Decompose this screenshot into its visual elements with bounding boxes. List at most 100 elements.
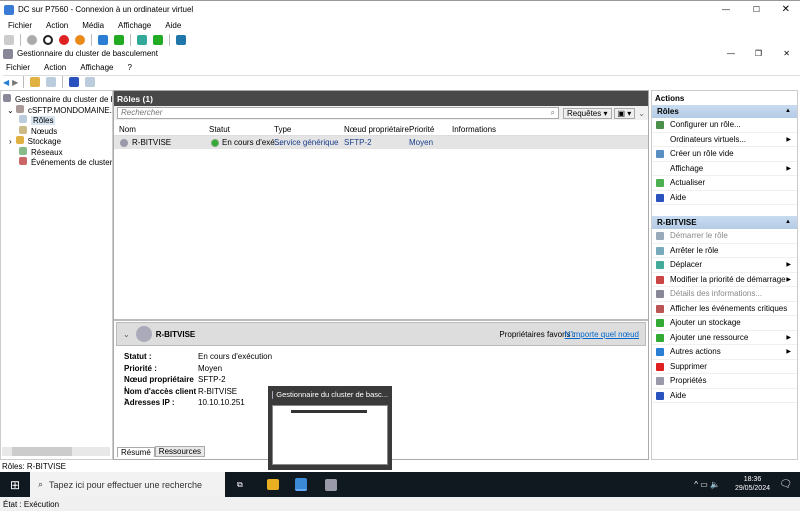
collapse-up-icon: ▲ (785, 108, 791, 114)
app-menu-0[interactable]: Fichier (6, 63, 30, 72)
server-manager-icon[interactable] (295, 478, 307, 491)
detail-field: Statut : En cours d'exécution (124, 352, 273, 361)
taskbar-thumbnail[interactable]: Gestionnaire du cluster de basc... (268, 386, 392, 470)
tree-item[interactable]: Événements de cluster (3, 157, 112, 168)
tree-item[interactable]: › Stockage (3, 136, 110, 147)
vm-title: DC sur P7560 - Connexion à un ordinateur… (18, 5, 194, 14)
taskbar: ⊞ ⌕ Tapez ici pour effectuer une recherch… (0, 472, 800, 497)
start-button[interactable]: ⊞ (0, 478, 30, 492)
preferred-owners-link[interactable]: N'importe quel nœud (565, 330, 639, 339)
app-toolbar: ◀ ▶ (3, 75, 800, 88)
save-state-icon[interactable] (75, 34, 85, 45)
submenu-arrow-icon: ▶ (786, 349, 791, 355)
vm-menu-0[interactable]: Fichier (8, 21, 32, 30)
action-item[interactable]: Aide (652, 389, 797, 403)
tree-item[interactable]: Réseaux (3, 146, 110, 158)
resume-icon[interactable] (114, 34, 124, 45)
tree-root[interactable]: Gestionnaire du cluster de basc (3, 94, 112, 105)
file-explorer-icon[interactable] (267, 479, 279, 490)
action-item[interactable]: Aide (652, 191, 797, 205)
tab-0[interactable]: Résumé (117, 446, 155, 457)
action-item[interactable]: Actualiser (652, 176, 797, 191)
enhanced-session-icon[interactable] (176, 34, 186, 45)
action-item[interactable]: Modifier la priorité de démarrage ▶ (652, 273, 797, 287)
actions-section-header[interactable]: Rôles ▲ (652, 105, 797, 118)
turn-off-icon[interactable] (43, 34, 53, 45)
collapse-icon[interactable]: ⌄ (123, 330, 130, 339)
vm-menu-4[interactable]: Aide (165, 21, 181, 30)
actions-section-header[interactable]: R-BITVISE ▲ (652, 216, 797, 229)
properties-icon (656, 377, 664, 385)
shutdown-icon[interactable] (59, 34, 69, 45)
notifications-icon[interactable]: 🗨 (779, 479, 792, 490)
action-item[interactable]: Déplacer ▶ (652, 258, 797, 273)
clock[interactable]: 18:36 29/05/2024 (735, 475, 770, 493)
cluster-manager-taskbar-icon[interactable] (325, 478, 337, 491)
action-item[interactable]: Arrêter le rôle (652, 244, 797, 258)
vm-status-bar: État : Exécution (0, 497, 800, 511)
queries-button[interactable]: Requêtes ▾ (563, 107, 612, 119)
back-icon[interactable]: ◀ (3, 78, 9, 87)
column-header[interactable]: Type (274, 124, 291, 136)
tree-item[interactable]: Nœuds (3, 125, 110, 137)
column-header[interactable]: Informations (452, 124, 496, 136)
maximize-button[interactable]: ☐ (753, 5, 760, 14)
task-view-icon[interactable]: ⧉ (237, 480, 261, 490)
column-header[interactable]: Statut (209, 124, 230, 136)
expand-icon[interactable]: ⌄ (638, 109, 645, 118)
column-header[interactable]: Nom (119, 124, 136, 136)
action-item[interactable]: Démarrer le rôle (652, 229, 797, 244)
start-icon[interactable] (27, 34, 37, 45)
action-item[interactable]: Autres actions ▶ (652, 345, 797, 360)
action-item[interactable]: Créer un rôle vide (652, 147, 797, 162)
action-item[interactable]: Détails des informations... (652, 287, 797, 302)
action-item[interactable]: Afficher les événements critiques (652, 302, 797, 316)
tree-cluster[interactable]: ⌄ cSFTP.MONDOMAINE.LAN (3, 104, 112, 116)
pause-icon[interactable] (98, 34, 108, 45)
help-icon[interactable] (69, 77, 80, 87)
vm-menu-1[interactable]: Action (46, 21, 68, 30)
show-hide-actions-icon[interactable] (85, 77, 96, 87)
app-menu-1[interactable]: Action (44, 63, 66, 72)
delete-icon (656, 362, 664, 371)
detail-header: ⌄ R-BITVISE Propriétaires favoris : N'im… (116, 322, 646, 346)
app-menu-3[interactable]: ? (127, 63, 131, 72)
status-bar: Rôles: R-BITVISE (2, 462, 67, 471)
tab-1[interactable]: Ressources (154, 446, 206, 457)
close-button[interactable]: ✕ (782, 4, 790, 15)
app-restore-button[interactable]: ❐ (755, 49, 762, 58)
up-folder-icon[interactable] (30, 77, 41, 87)
action-item[interactable]: Ajouter un stockage (652, 316, 797, 331)
column-header[interactable]: Nœud propriétaire (344, 124, 409, 136)
detail-role-name: R-BITVISE (155, 329, 196, 339)
vm-toolbar (4, 33, 192, 46)
action-item[interactable]: Propriétés (652, 374, 797, 389)
show-hide-tree-icon[interactable] (46, 77, 57, 87)
tree-item[interactable]: Rôles (3, 115, 110, 126)
action-item[interactable]: Ajouter une ressource ▶ (652, 331, 797, 345)
checkpoint-icon[interactable] (137, 34, 147, 45)
action-item[interactable]: Configurer un rôle... (652, 118, 797, 133)
app-menu-2[interactable]: Affichage (80, 63, 113, 72)
table-row[interactable]: R-BITVISE En cours d'exé... Service généri… (114, 136, 648, 149)
vm-menu-3[interactable]: Affichage (118, 21, 151, 30)
role-gear-icon (135, 326, 152, 342)
ctrl-alt-del-icon[interactable] (4, 34, 14, 45)
revert-icon[interactable] (153, 34, 163, 45)
forward-icon[interactable]: ▶ (12, 78, 18, 87)
actions-pane: Actions Rôles ▲ Configurer un rôle... Ordin… (651, 90, 798, 460)
tree-scrollbar[interactable] (2, 447, 110, 456)
roles-search-input[interactable]: Rechercher ⌕ (117, 107, 559, 119)
tray-icons[interactable]: ^ ▭ 🔈 (694, 480, 720, 489)
app-close-button[interactable]: ✕ (783, 49, 790, 58)
action-item[interactable]: Ordinateurs virtuels... ▶ (652, 133, 797, 147)
vm-menu-2[interactable]: Média (82, 21, 104, 30)
taskbar-search[interactable]: ⌕ Tapez ici pour effectuer une recherche (30, 472, 225, 497)
action-item[interactable]: Affichage ▶ (652, 162, 797, 176)
refresh-icon (656, 179, 664, 187)
column-header[interactable]: Priorité (409, 124, 434, 136)
action-item[interactable]: Supprimer (652, 360, 797, 374)
save-query-button[interactable]: ▣ ▾ (613, 107, 636, 119)
app-minimize-button[interactable]: — (727, 49, 735, 58)
minimize-button[interactable]: — (722, 5, 730, 14)
